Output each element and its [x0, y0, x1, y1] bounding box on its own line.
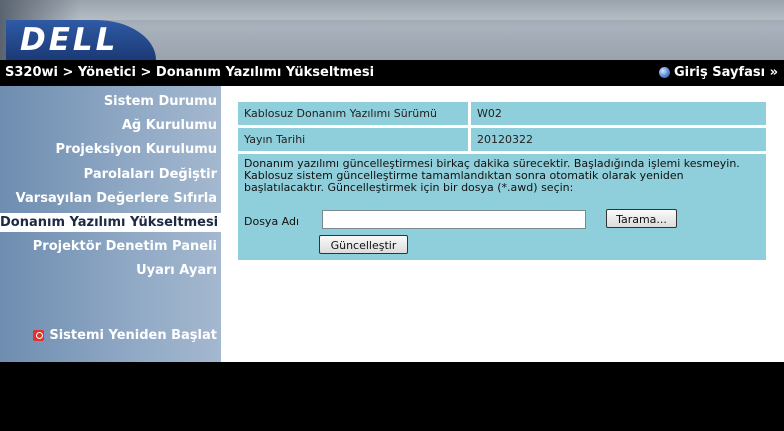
file-name-label: Dosya Adı — [244, 215, 300, 228]
dell-logo: DELL — [6, 20, 156, 60]
sidebar-item-denetim-paneli[interactable]: Projektör Denetim Paneli — [33, 239, 217, 254]
sidebar-item-sistem-durumu[interactable]: Sistem Durumu — [104, 94, 217, 109]
reboot-link[interactable]: Sistemi Yeniden Başlat — [33, 328, 217, 343]
upgrade-info-text: Donanım yazılımı güncelleştirmesi birkaç… — [244, 157, 740, 194]
firmware-version-value: W02 — [471, 102, 766, 125]
upgrade-box: Donanım yazılımı güncelleştirmesi birkaç… — [238, 154, 766, 260]
sidebar-item-ag-kurulumu[interactable]: Ağ Kurulumu — [122, 118, 217, 133]
release-date-label: Yayın Tarihi — [238, 128, 468, 151]
table-row: Yayın Tarihi 20120322 — [238, 128, 766, 151]
header-banner: DELL — [0, 0, 784, 60]
table-row: Kablosuz Donanım Yazılımı Sürümü W02 — [238, 102, 766, 125]
power-icon — [33, 330, 45, 341]
breadcrumb: S320wi > Yönetici > Donanım Yazılımı Yük… — [5, 65, 375, 80]
sidebar-item-donanim-yukseltmesi[interactable]: Donanım Yazılımı Yükseltmesi — [0, 213, 221, 232]
firmware-version-label: Kablosuz Donanım Yazılımı Sürümü — [238, 102, 468, 125]
file-name-input[interactable] — [322, 210, 586, 229]
sidebar-item-projeksiyon-kurulumu[interactable]: Projeksiyon Kurulumu — [56, 142, 217, 157]
sidebar-item-uyari-ayari[interactable]: Uyarı Ayarı — [136, 263, 217, 278]
home-link-label: Giriş Sayfası » — [673, 65, 778, 80]
footer — [0, 362, 784, 431]
logo-text: DELL — [20, 22, 119, 58]
title-bar: S320wi > Yönetici > Donanım Yazılımı Yük… — [0, 61, 784, 85]
browse-button[interactable]: Tarama... — [606, 209, 677, 228]
header-band — [0, 0, 784, 20]
reboot-label: Sistemi Yeniden Başlat — [49, 328, 217, 343]
firmware-panel: Kablosuz Donanım Yazılımı Sürümü W02 Yay… — [238, 102, 766, 260]
release-date-value: 20120322 — [471, 128, 766, 151]
sidebar-item-varsayilan-degerler[interactable]: Varsayılan Değerlere Sıfırla — [16, 191, 217, 206]
sidebar-item-parolalari-degistir[interactable]: Parolaları Değiştir — [84, 167, 217, 182]
home-link[interactable]: Giriş Sayfası » — [658, 65, 778, 80]
content-area: Sistem Durumu Ağ Kurulumu Projeksiyon Ku… — [0, 86, 784, 362]
sidebar: Sistem Durumu Ağ Kurulumu Projeksiyon Ku… — [0, 86, 221, 362]
update-button[interactable]: Güncelleştir — [319, 235, 408, 254]
globe-icon — [658, 67, 670, 78]
